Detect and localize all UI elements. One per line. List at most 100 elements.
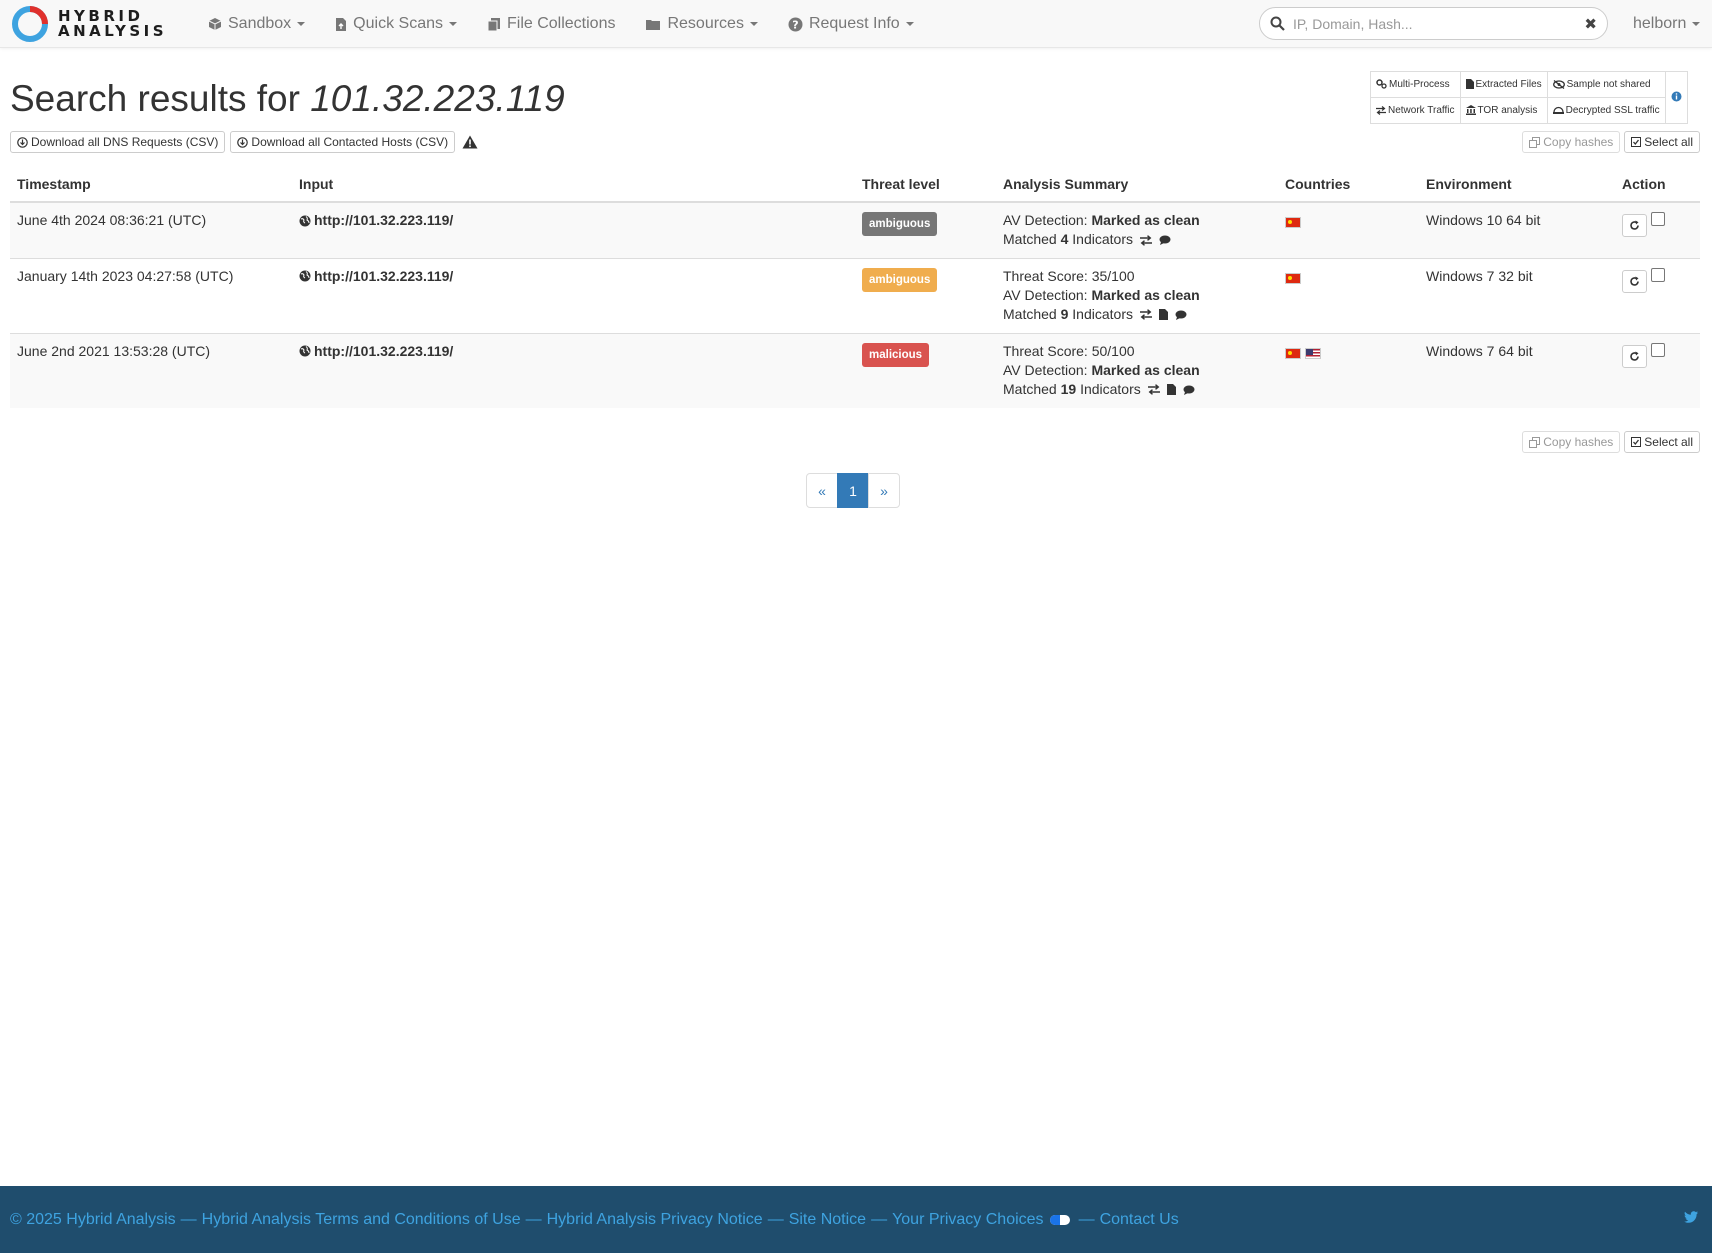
check-square-icon bbox=[1631, 137, 1642, 147]
footer-separator: — bbox=[767, 1210, 784, 1228]
folder-icon bbox=[645, 18, 661, 31]
footer-separator: — bbox=[871, 1210, 888, 1228]
footer-contact-link[interactable]: Contact Us bbox=[1100, 1211, 1179, 1229]
threat-cell: ambiguous bbox=[855, 257, 996, 333]
footer: © 2025 Hybrid Analysis — Hybrid Analysis… bbox=[0, 1186, 1712, 1253]
threat-badge[interactable]: malicious bbox=[862, 342, 930, 367]
reanalyze-button[interactable] bbox=[1622, 269, 1647, 293]
search-query: 101.32.223.119 bbox=[310, 78, 565, 119]
file-upload-icon bbox=[335, 17, 347, 32]
matched-prefix: Matched bbox=[1003, 231, 1057, 247]
top-navbar: HYBRID ANALYSIS Sandbox Quick Scans File… bbox=[0, 0, 1712, 48]
chevron-down-icon bbox=[1692, 22, 1701, 26]
footer-copyright[interactable]: © 2025 Hybrid Analysis bbox=[10, 1211, 176, 1229]
input-link[interactable]: http://101.32.223.119/ bbox=[299, 267, 453, 286]
table-row[interactable]: June 2nd 2021 13:53:28 (UTC) http://101.… bbox=[10, 332, 1700, 408]
nav-file-collections[interactable]: File Collections bbox=[472, 0, 630, 48]
search-input[interactable] bbox=[1293, 15, 1573, 32]
select-all-label: Select all bbox=[1644, 435, 1693, 449]
twitter-icon[interactable] bbox=[1684, 1211, 1698, 1223]
col-analysis-summary[interactable]: Analysis Summary bbox=[996, 167, 1278, 203]
question-circle-icon: ? bbox=[788, 17, 803, 32]
input-link[interactable]: http://101.32.223.119/ bbox=[299, 211, 453, 230]
table-row[interactable]: June 4th 2024 08:36:21 (UTC) http://101.… bbox=[10, 201, 1700, 258]
av-value: Marked as clean bbox=[1091, 286, 1200, 303]
flag-us-icon bbox=[1305, 347, 1321, 359]
col-input[interactable]: Input bbox=[292, 167, 855, 203]
bank-icon bbox=[1465, 105, 1476, 116]
flag-cn-icon bbox=[1285, 217, 1301, 229]
reanalyze-button[interactable] bbox=[1622, 344, 1647, 368]
flag-cn-icon bbox=[1285, 347, 1301, 359]
title-prefix: Search results for bbox=[10, 78, 300, 119]
summary-cell: AV Detection: Marked as clean Matched 4 … bbox=[996, 201, 1278, 258]
threat-score: Threat Score: 50/100 bbox=[1003, 342, 1135, 359]
table-row[interactable]: January 14th 2023 04:27:58 (UTC) http://… bbox=[10, 257, 1700, 333]
action-cell bbox=[1615, 201, 1700, 258]
av-label: AV Detection: bbox=[1003, 212, 1088, 228]
select-all-button[interactable]: Select all bbox=[1624, 431, 1700, 453]
globe-icon bbox=[299, 345, 311, 357]
col-timestamp[interactable]: Timestamp bbox=[10, 167, 292, 203]
brand-line2: ANALYSIS bbox=[58, 22, 168, 40]
nav-request-info[interactable]: ? Request Info bbox=[773, 0, 929, 48]
select-all-button[interactable]: Select all bbox=[1624, 131, 1700, 153]
nav-sandbox-label: Sandbox bbox=[228, 15, 292, 32]
col-countries[interactable]: Countries bbox=[1278, 167, 1419, 203]
legend-tor-analysis: TOR analysis bbox=[1459, 97, 1548, 124]
files-icon bbox=[487, 17, 501, 32]
col-threat-level[interactable]: Threat level bbox=[855, 167, 996, 203]
row-checkbox[interactable] bbox=[1651, 212, 1665, 226]
row-checkbox[interactable] bbox=[1651, 267, 1665, 282]
brand-logo[interactable]: HYBRID ANALYSIS bbox=[10, 3, 167, 45]
legend-info[interactable] bbox=[1664, 71, 1688, 124]
pagination-page[interactable]: 1 bbox=[837, 473, 869, 508]
chevron-down-icon bbox=[905, 22, 914, 26]
unlock-icon bbox=[1552, 106, 1564, 115]
threat-badge[interactable]: ambiguous bbox=[862, 267, 938, 292]
threat-badge[interactable]: ambiguous bbox=[862, 212, 938, 236]
input-link[interactable]: http://101.32.223.119/ bbox=[299, 342, 453, 361]
download-hosts-label: Download all Contacted Hosts (CSV) bbox=[251, 135, 449, 149]
comment-icon bbox=[1183, 385, 1195, 395]
nav-quick-scans[interactable]: Quick Scans bbox=[320, 0, 472, 48]
av-detection: AV Detection: Marked as clean bbox=[1003, 286, 1271, 305]
nav-sandbox[interactable]: Sandbox bbox=[193, 0, 320, 48]
av-detection: AV Detection: Marked as clean bbox=[1003, 361, 1271, 380]
cube-icon bbox=[208, 17, 222, 31]
countries-cell bbox=[1278, 332, 1419, 408]
nav-resources-label: Resources bbox=[667, 15, 744, 32]
user-menu[interactable]: helborn bbox=[1633, 0, 1701, 48]
file-icon bbox=[1158, 309, 1168, 321]
check-square-icon bbox=[1631, 437, 1642, 447]
pagination-prev[interactable]: « bbox=[806, 473, 838, 508]
legend-multi-process: Multi-Process bbox=[1370, 71, 1461, 98]
footer-privacy-choices-link[interactable]: Your Privacy Choices bbox=[892, 1211, 1043, 1229]
col-action: Action bbox=[1615, 167, 1700, 203]
footer-terms-link[interactable]: Hybrid Analysis Terms and Conditions of … bbox=[202, 1211, 521, 1229]
clear-search-icon[interactable]: ✖ bbox=[1584, 15, 1597, 33]
threat-score: Threat Score: 35/100 bbox=[1003, 267, 1135, 284]
summary-cell: Threat Score: 50/100 AV Detection: Marke… bbox=[996, 332, 1278, 408]
copy-icon bbox=[1529, 436, 1541, 448]
footer-site-notice-link[interactable]: Site Notice bbox=[789, 1211, 866, 1229]
row-checkbox[interactable] bbox=[1651, 342, 1665, 357]
timestamp-cell: January 14th 2023 04:27:58 (UTC) bbox=[10, 257, 292, 333]
footer-privacy-link[interactable]: Hybrid Analysis Privacy Notice bbox=[547, 1211, 763, 1229]
copy-hashes-button[interactable]: Copy hashes bbox=[1522, 431, 1621, 453]
col-environment[interactable]: Environment bbox=[1419, 167, 1615, 203]
matched-prefix: Matched bbox=[1003, 305, 1057, 322]
warning-icon[interactable] bbox=[462, 135, 478, 149]
exchange-icon bbox=[1147, 384, 1160, 396]
download-dns-button[interactable]: Download all DNS Requests (CSV) bbox=[10, 131, 226, 153]
legend-label: TOR analysis bbox=[1477, 105, 1538, 116]
copy-hashes-button[interactable]: Copy hashes bbox=[1522, 131, 1621, 153]
pagination-next[interactable]: » bbox=[868, 473, 900, 508]
reanalyze-button[interactable] bbox=[1622, 214, 1647, 237]
logo-ring-icon bbox=[10, 4, 50, 44]
timestamp-cell: June 4th 2024 08:36:21 (UTC) bbox=[10, 201, 292, 258]
globe-icon bbox=[299, 270, 311, 282]
legend-sample-not-shared: Sample not shared bbox=[1546, 71, 1666, 98]
download-hosts-button[interactable]: Download all Contacted Hosts (CSV) bbox=[230, 131, 456, 153]
nav-resources[interactable]: Resources bbox=[630, 0, 772, 48]
